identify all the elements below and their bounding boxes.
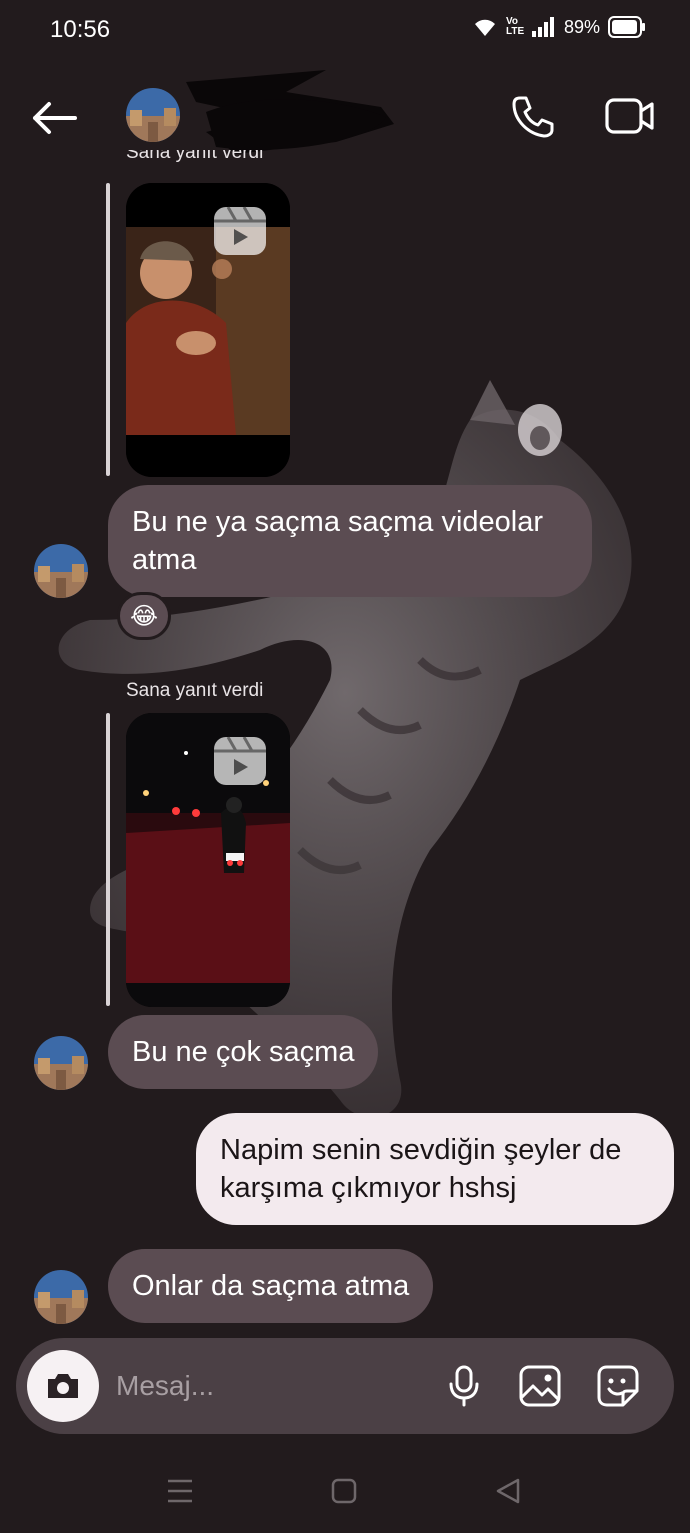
incoming-message-bubble[interactable]: Bu ne çok saçma: [108, 1015, 379, 1089]
incoming-message-bubble[interactable]: Bu ne ya saçma saçma videolar atma: [108, 485, 592, 597]
sender-avatar[interactable]: [34, 544, 88, 598]
arrow-left-icon: [33, 102, 77, 134]
sender-avatar[interactable]: [34, 1270, 88, 1324]
voice-call-button[interactable]: [504, 88, 560, 144]
nav-home-button[interactable]: [314, 1461, 374, 1521]
status-time: 10:56: [50, 16, 111, 43]
message-text: Napim senin sevdiğin şeyler de karşıma ç…: [220, 1134, 622, 1204]
sender-avatar[interactable]: [34, 1036, 88, 1090]
shared-reel-thumbnail[interactable]: [126, 183, 290, 477]
laughing-emoji-icon: 😂: [129, 602, 159, 630]
camera-icon: [48, 1374, 78, 1398]
incoming-message-bubble[interactable]: Onlar da saçma atma: [108, 1249, 434, 1323]
status-icons: Vo LTE 89%: [472, 16, 646, 38]
voice-message-button[interactable]: [440, 1362, 488, 1410]
shared-reel-thumbnail[interactable]: [126, 713, 290, 1007]
sticker-icon: [597, 1365, 639, 1407]
outgoing-message-bubble[interactable]: Napim senin sevdiğin şeyler de karşıma ç…: [196, 1113, 674, 1225]
video-call-button[interactable]: [600, 88, 660, 144]
back-button[interactable]: [28, 92, 80, 144]
image-icon: [519, 1365, 561, 1407]
reel-play-icon: [214, 206, 266, 255]
triangle-back-icon: [496, 1478, 520, 1504]
nav-back-button[interactable]: [478, 1461, 538, 1521]
battery-icon: [608, 16, 645, 38]
reel-play-icon: [214, 736, 266, 785]
message-text: Bu ne ya saçma saçma videolar atma: [132, 506, 544, 576]
contact-avatar[interactable]: [126, 88, 180, 142]
reply-header: Sana yanıt verdi: [126, 150, 264, 163]
sticker-button[interactable]: [594, 1362, 642, 1410]
gallery-button[interactable]: [516, 1362, 564, 1410]
network-badge: Vo LTE: [505, 16, 525, 37]
message-reaction[interactable]: 😂: [117, 592, 171, 640]
video-camera-icon: [605, 98, 654, 134]
message-input[interactable]: [116, 1366, 416, 1406]
menu-lines-icon: [168, 1479, 192, 1503]
wifi-icon: [474, 19, 495, 36]
microphone-icon: [449, 1365, 479, 1407]
message-text: Bu ne çok saçma: [132, 1036, 355, 1068]
reply-header: Sana yanıt verdi: [126, 680, 264, 701]
reply-indicator-line: [106, 713, 110, 1006]
nav-recents-button[interactable]: [150, 1461, 210, 1521]
battery-percent: 89%: [563, 16, 600, 37]
camera-button[interactable]: [27, 1350, 99, 1422]
square-icon: [331, 1478, 357, 1504]
message-text: Onlar da saçma atma: [132, 1270, 410, 1302]
reply-indicator-line: [106, 183, 110, 476]
signal-icon: [531, 17, 554, 37]
phone-icon: [512, 96, 554, 138]
